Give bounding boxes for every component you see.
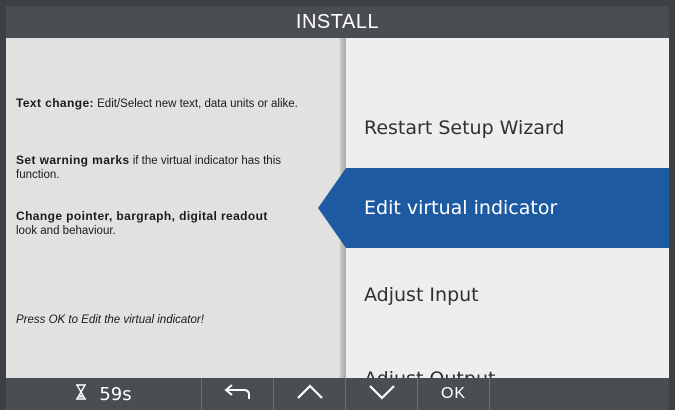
bottom-bar: 59s OK [6, 378, 669, 410]
menu-item-label: Restart Setup Wizard [364, 117, 565, 139]
chevron-up-icon [295, 382, 325, 406]
help-text-change-label: Text change: [16, 96, 94, 110]
help-text-change-desc: Edit/Select new text, data units or alik… [93, 98, 298, 110]
menu-item-adjust-input[interactable]: Adjust Input [346, 255, 669, 335]
menu-item-label: Adjust Input [364, 284, 479, 306]
up-button[interactable] [274, 378, 346, 410]
menu-list: Restart Setup Wizard Edit virtual indica… [346, 38, 669, 378]
help-warning-marks-label: Set warning marks [16, 153, 130, 167]
help-pointer-change: Change pointer, bargraph, digital readou… [16, 209, 286, 238]
menu-item-label: Edit virtual indicator [364, 197, 558, 219]
chevron-down-icon [367, 382, 397, 406]
help-text-change: Text change: Edit/Select new text, data … [16, 96, 326, 111]
page-title: INSTALL [295, 10, 380, 33]
ok-button[interactable]: OK [418, 378, 490, 410]
down-button[interactable] [346, 378, 418, 410]
ok-button-label: OK [440, 385, 467, 402]
help-pointer-change-label: Change pointer, bargraph, digital readou… [16, 209, 268, 223]
help-pointer-change-desc: look and behaviour. [16, 225, 116, 237]
menu-item-restart-setup-wizard[interactable]: Restart Setup Wizard [346, 88, 669, 168]
hourglass-icon [75, 384, 87, 404]
help-panel: Text change: Edit/Select new text, data … [6, 38, 344, 378]
back-button[interactable] [202, 378, 274, 410]
help-hint: Press OK to Edit the virtual indicator! [16, 314, 204, 326]
menu-item-edit-virtual-indicator[interactable]: Edit virtual indicator [346, 168, 669, 248]
selection-pointer [318, 168, 346, 248]
back-arrow-icon [222, 382, 254, 406]
menu-item-label: Adjust Output [364, 368, 495, 378]
timer: 59s [6, 378, 202, 410]
timer-value: 59s [99, 383, 132, 405]
title-bar: INSTALL [6, 6, 669, 38]
menu-item-adjust-output[interactable]: Adjust Output [346, 339, 669, 378]
bottom-bar-spacer [490, 378, 669, 410]
help-warning-marks: Set warning marks if the virtual indicat… [16, 153, 326, 182]
